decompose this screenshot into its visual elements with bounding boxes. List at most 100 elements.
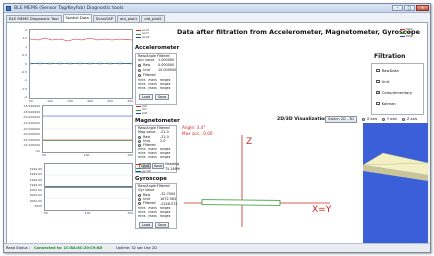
acc-plot-svg	[29, 37, 133, 65]
acc-value-y: 0.000000	[158, 63, 175, 67]
filtration-title: Filtration	[374, 53, 406, 60]
gyro-y-tick: 1999.99	[29, 172, 42, 177]
acc-y-tick: -2	[24, 95, 27, 99]
maximize-icon: □	[407, 5, 412, 10]
mag-value-x: -21.0	[160, 130, 169, 134]
gyroscope-title: Gyroscope	[135, 176, 167, 182]
mag-y-tick: -21.000000	[22, 143, 40, 148]
acc-x-tick: 200	[87, 99, 93, 103]
read-status-label: Read Status :	[6, 246, 30, 250]
maximize-button[interactable]: □	[404, 5, 415, 11]
checkbox-box: ✓	[376, 90, 380, 95]
board-2d	[201, 199, 281, 206]
acc-y-tick: 2	[25, 28, 27, 32]
gyro-stats: mins maxs ranges mins maxs ranges mins m…	[138, 206, 171, 218]
mag-y-tick: -18.999999	[22, 104, 40, 108]
filter-rawdata-checkbox[interactable]: RawData	[376, 68, 399, 73]
acc-x-line	[29, 37, 133, 42]
acc-load-button[interactable]: Load	[139, 94, 153, 100]
gyro-y-tick: 1999.99	[29, 177, 42, 182]
tab-diagnostic[interactable]: BLE MEMS Diagnostic Tool	[6, 15, 62, 22]
canvas-3d[interactable]	[362, 123, 429, 243]
axis-radio-y[interactable]: Y axis	[382, 117, 397, 121]
mode-status: Use 2D	[144, 246, 157, 250]
gyro-legend: gyroX gyroY gyroZ	[136, 162, 151, 173]
visualization-title: 2D/3D Visualization	[277, 117, 328, 122]
filter-unit-checkbox[interactable]: Unit	[376, 79, 389, 84]
canvas-2d[interactable]: Angle: 3.4° Max acc.: 0.00 Z X=Y	[180, 123, 362, 243]
gyro-y-tick: 2000.00	[29, 193, 42, 198]
gyro-value-x: -32.7000	[160, 192, 176, 196]
gyro-y-tick: 2000.00	[29, 188, 42, 193]
acc-y-ticks: 2 1.5 1 0.5 0 -0.5 -1 -1.5 -2	[9, 29, 27, 99]
mag-y-tick: -19.000000	[22, 115, 40, 120]
legend-entry: accZ	[136, 35, 149, 39]
mag-y-tick: -20.000000	[22, 126, 40, 131]
mag-stats: mins maxs ranges mins maxs ranges mins m…	[138, 147, 171, 159]
close-icon: ✕	[420, 5, 425, 10]
acc-y-tick: 0	[25, 61, 27, 66]
gyro-save-button[interactable]: Save	[155, 222, 169, 228]
z-axis-label: Z	[246, 137, 253, 147]
acc-y-tick: -1.5	[21, 86, 27, 91]
tab-spatial-data[interactable]: Spatial Data	[62, 14, 92, 22]
acc-y-tick: -1	[24, 78, 27, 83]
switch-2d-3d-button[interactable]: Switch 2D - 3D	[325, 116, 357, 123]
gyro-x-ticks: 50 100 150	[44, 212, 133, 215]
tab-scangap[interactable]: ScanGAP	[92, 15, 116, 22]
axis-radio-z[interactable]: Z axis	[402, 117, 417, 121]
gyro-value-y: 1672.563	[160, 197, 177, 201]
gyro-load-button[interactable]: Load	[139, 222, 153, 228]
radio-dot	[382, 117, 385, 121]
xy-axis-label: X=Y	[312, 205, 332, 215]
mag-y-tick: -18.999999	[22, 109, 40, 114]
mag-y-tick: -21.000000	[22, 137, 40, 142]
radio-dot	[138, 73, 141, 77]
checkbox-box	[376, 68, 380, 73]
tab-old-plot2[interactable]: old_plot2	[141, 15, 165, 22]
acc-radio-unit[interactable]: Unit	[138, 68, 150, 72]
axis-radio-x[interactable]: X axis	[362, 117, 377, 121]
gyroscope-group: Raw/Angle Filtered Gyr value Raw Unit Fi…	[135, 183, 177, 229]
acc-save-button[interactable]: Save	[155, 94, 169, 100]
gyro-x-tick: 50	[44, 211, 48, 215]
mag-value-z: 2.0	[160, 139, 166, 143]
mag-plot	[42, 105, 133, 153]
canvas-2d-svg	[184, 135, 330, 227]
gyro-y-tick: -3000	[33, 203, 42, 208]
gyro-x-tick: 100	[84, 211, 91, 215]
gyro-radio-filtered[interactable]: Filtered	[138, 201, 156, 205]
mag-y-tick: -20.000000	[22, 132, 40, 137]
acc-plot	[29, 29, 133, 99]
tab-old-plot1[interactable]: old_plot1	[116, 15, 141, 22]
acc-y-tick: -0.5	[21, 69, 27, 74]
acc-y-tick: 1.5	[22, 36, 27, 41]
gyro-y-tick: 2000.00	[29, 198, 42, 203]
canvas-3d-svg	[362, 152, 429, 181]
acc-x-ticks: 50 100 150 200 250 300	[29, 100, 133, 103]
app-window: BLE MEMS (Sensor Tag/Keyfob) Diagnostic …	[3, 3, 431, 253]
page-heading: Data after filtration from Accelerometer…	[177, 28, 420, 36]
close-button[interactable]: ✕	[416, 5, 429, 11]
mag-legend: mX mY mZ	[136, 104, 147, 115]
acc-y-tick: 0.5	[22, 53, 27, 58]
checkbox-box	[376, 79, 380, 84]
spatial-data-page: Data after filtration from Accelerometer…	[6, 22, 429, 245]
filter-kalman-checkbox[interactable]: Kalman	[376, 101, 396, 106]
acc-radio-filtered[interactable]: Filtered	[138, 73, 156, 77]
minimize-button[interactable]: –	[392, 5, 403, 11]
uptime-status: Uptime: 32 sec	[116, 246, 144, 250]
accelerometer-title: Accelerometer	[135, 45, 180, 51]
gyro-plot-svg	[45, 174, 132, 199]
radio-dot	[402, 117, 405, 121]
acc-radio-raw[interactable]: Raw	[138, 63, 150, 67]
heading-label: Heading	[165, 162, 180, 166]
gyro-y-ticks: 1999.99 1999.99 1999.99 1999.99 2000.00 2000.…	[8, 168, 42, 208]
filter-complementary-checkbox[interactable]: ✓ Complementary	[376, 90, 412, 95]
mag-save-button[interactable]: Save	[152, 163, 164, 169]
status-bar: Read Status : Connected to: 1C:BA:8C:20:…	[4, 243, 430, 252]
mag-grid	[43, 116, 132, 141]
acc-x-tick: 100	[47, 99, 53, 103]
legend-3d: MAX MAY MAZ	[400, 27, 413, 38]
acc-x-tick: 300	[127, 99, 133, 103]
